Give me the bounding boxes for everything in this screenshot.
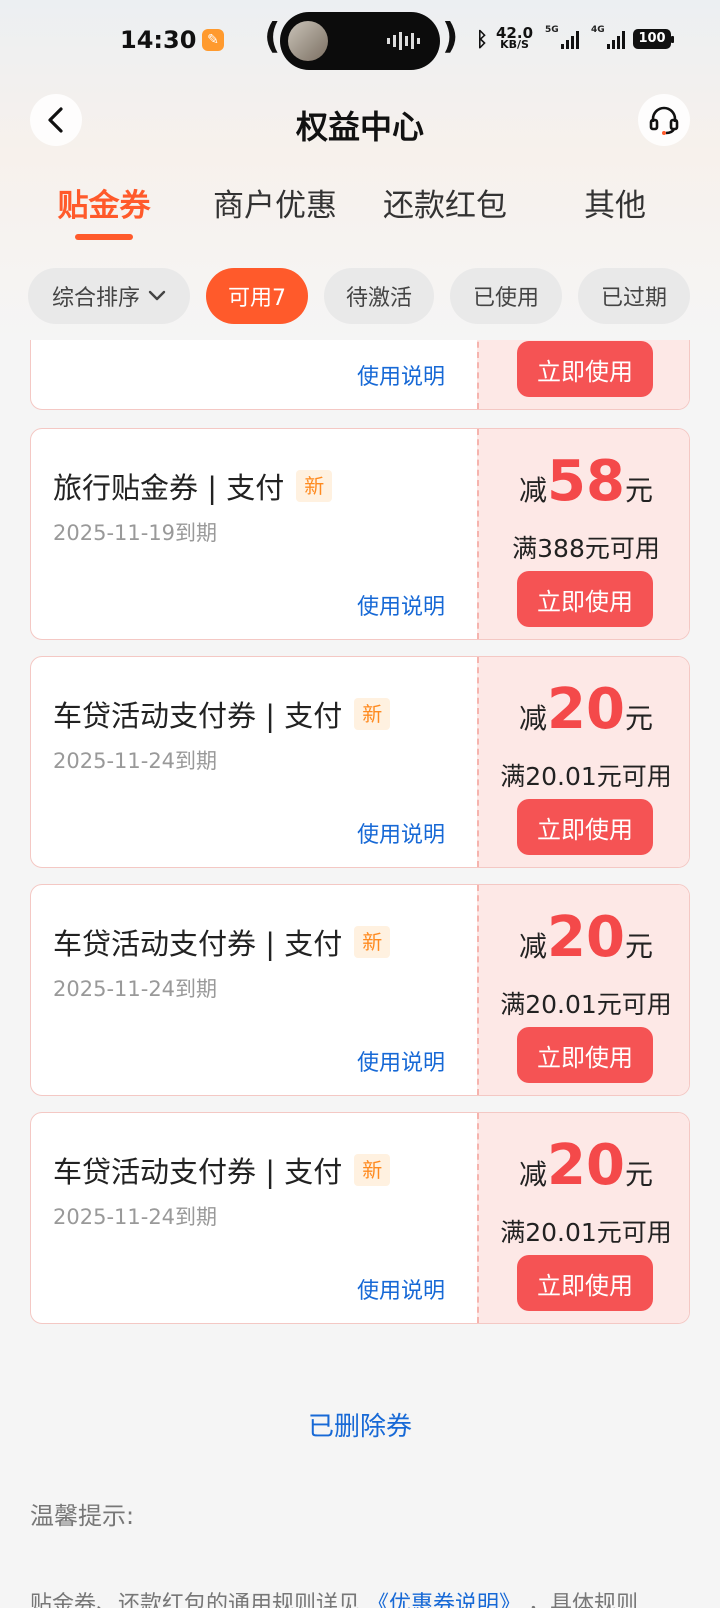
customer-service-button[interactable]	[638, 94, 690, 146]
coupon-card: 使用说明 立即使用	[30, 340, 690, 410]
audio-wave-icon	[387, 32, 420, 50]
coupon-expiry: 2025-11-24到期	[53, 1205, 218, 1229]
coupon-card: 车贷活动支付券 | 支付 新 2025-11-24到期 使用说明 减20元 满2…	[30, 656, 690, 868]
island-bracket-right-icon: )	[442, 16, 459, 57]
tab-merchant-offers[interactable]: 商户优惠	[195, 180, 355, 225]
usage-instructions-link[interactable]: 使用说明	[357, 589, 445, 621]
tab-repayment-red-packet[interactable]: 还款红包	[365, 180, 525, 225]
coupon-card: 车贷活动支付券 | 支付 新 2025-11-24到期 使用说明 减20元 满2…	[30, 884, 690, 1096]
coupon-title: 旅行贴金券 | 支付 新	[53, 465, 333, 507]
use-now-button[interactable]: 立即使用	[517, 341, 653, 397]
new-badge: 新	[354, 1154, 391, 1186]
battery-icon: 100	[633, 29, 675, 49]
filter-used[interactable]: 已使用	[450, 268, 562, 324]
tips-text-before: 贴金券、还款红包的通用规则详见	[30, 1592, 361, 1608]
coupon-title: 车贷活动支付券 | 支付 新	[53, 921, 391, 963]
sort-label: 综合排序	[51, 286, 140, 311]
signal-5g-icon: 5G	[545, 25, 580, 49]
status-bar: 14:30 ✎ ( ) ᛒ 42.0 KB/S 5G 4G 100	[0, 0, 720, 82]
network-speed: 42.0 KB/S	[496, 24, 534, 51]
coupon-condition: 满388元可用	[512, 534, 660, 563]
bluetooth-icon: ᛒ	[476, 27, 488, 51]
filter-available[interactable]: 可用7	[206, 268, 308, 324]
coupon-card: 旅行贴金券 | 支付 新 2025-11-19到期 使用说明 减58元 满388…	[30, 428, 690, 640]
nav-header: 权益中心	[0, 94, 720, 154]
coupon-amount: 减20元	[519, 1133, 653, 1198]
tips-title: 温馨提示:	[30, 1502, 135, 1530]
coupon-value-panel: 减20元 满20.01元可用 立即使用	[477, 657, 689, 867]
app-notification-icon: ✎	[202, 29, 224, 51]
filter-expired[interactable]: 已过期	[578, 268, 690, 324]
coupon-expiry: 2025-11-24到期	[53, 749, 218, 773]
coupon-type-tabs: 贴金券 商户优惠 还款红包 其他	[0, 180, 720, 240]
new-badge: 新	[354, 698, 391, 730]
filter-bar: 综合排序 可用7 待激活 已使用 已过期	[28, 268, 720, 324]
coupon-list[interactable]: 使用说明 立即使用 旅行贴金券 | 支付 新 2025-11-19到期 使用说明…	[0, 340, 720, 1608]
chevron-down-icon	[148, 290, 166, 301]
coupon-value-panel: 减58元 满388元可用 立即使用	[477, 429, 689, 639]
coupon-expiry: 2025-11-24到期	[53, 977, 218, 1001]
use-now-button[interactable]: 立即使用	[517, 1255, 653, 1311]
filter-pending-activation[interactable]: 待激活	[324, 268, 434, 324]
usage-instructions-link[interactable]: 使用说明	[357, 359, 445, 391]
coupon-value-panel: 减20元 满20.01元可用 立即使用	[477, 1113, 689, 1323]
active-tab-indicator	[75, 234, 133, 240]
tips-text-after: ，具体规则	[528, 1592, 639, 1608]
coupon-condition: 满20.01元可用	[500, 1218, 672, 1247]
coupon-title: 车贷活动支付券 | 支付 新	[53, 693, 391, 735]
coupon-title: 车贷活动支付券 | 支付 新	[53, 1149, 391, 1191]
media-thumbnail	[288, 21, 328, 61]
signal-4g-icon: 4G	[591, 25, 626, 49]
coupon-amount: 减20元	[519, 677, 653, 742]
coupon-value-panel: 减20元 满20.01元可用 立即使用	[477, 885, 689, 1095]
usage-instructions-link[interactable]: 使用说明	[357, 1273, 445, 1305]
coupon-condition: 满20.01元可用	[500, 762, 672, 791]
headset-icon	[649, 106, 679, 135]
new-badge: 新	[354, 926, 391, 958]
deleted-coupons-link[interactable]: 已删除券	[0, 1406, 720, 1443]
new-badge: 新	[296, 470, 333, 502]
coupon-rules-link[interactable]: 《优惠券说明》	[367, 1592, 521, 1608]
tips-text: 贴金券、还款红包的通用规则详见 《优惠券说明》 ，具体规则	[30, 1586, 638, 1608]
use-now-button[interactable]: 立即使用	[517, 799, 653, 855]
tab-gold-coupon[interactable]: 贴金券	[24, 180, 184, 225]
sort-dropdown[interactable]: 综合排序	[28, 268, 190, 324]
dynamic-island[interactable]	[280, 12, 440, 70]
usage-instructions-link[interactable]: 使用说明	[357, 817, 445, 849]
coupon-value-panel: 立即使用	[477, 340, 689, 409]
use-now-button[interactable]: 立即使用	[517, 1027, 653, 1083]
tab-other[interactable]: 其他	[535, 180, 695, 225]
coupon-expiry: 2025-11-19到期	[53, 521, 218, 545]
page-title: 权益中心	[295, 108, 424, 146]
coupon-amount: 减58元	[519, 449, 653, 514]
coupon-card: 车贷活动支付券 | 支付 新 2025-11-24到期 使用说明 减20元 满2…	[30, 1112, 690, 1324]
coupon-amount: 减20元	[519, 905, 653, 970]
status-time: 14:30	[120, 26, 197, 54]
coupon-condition: 满20.01元可用	[500, 990, 672, 1019]
use-now-button[interactable]: 立即使用	[517, 571, 653, 627]
island-bracket-left-icon: (	[264, 16, 281, 57]
usage-instructions-link[interactable]: 使用说明	[357, 1045, 445, 1077]
